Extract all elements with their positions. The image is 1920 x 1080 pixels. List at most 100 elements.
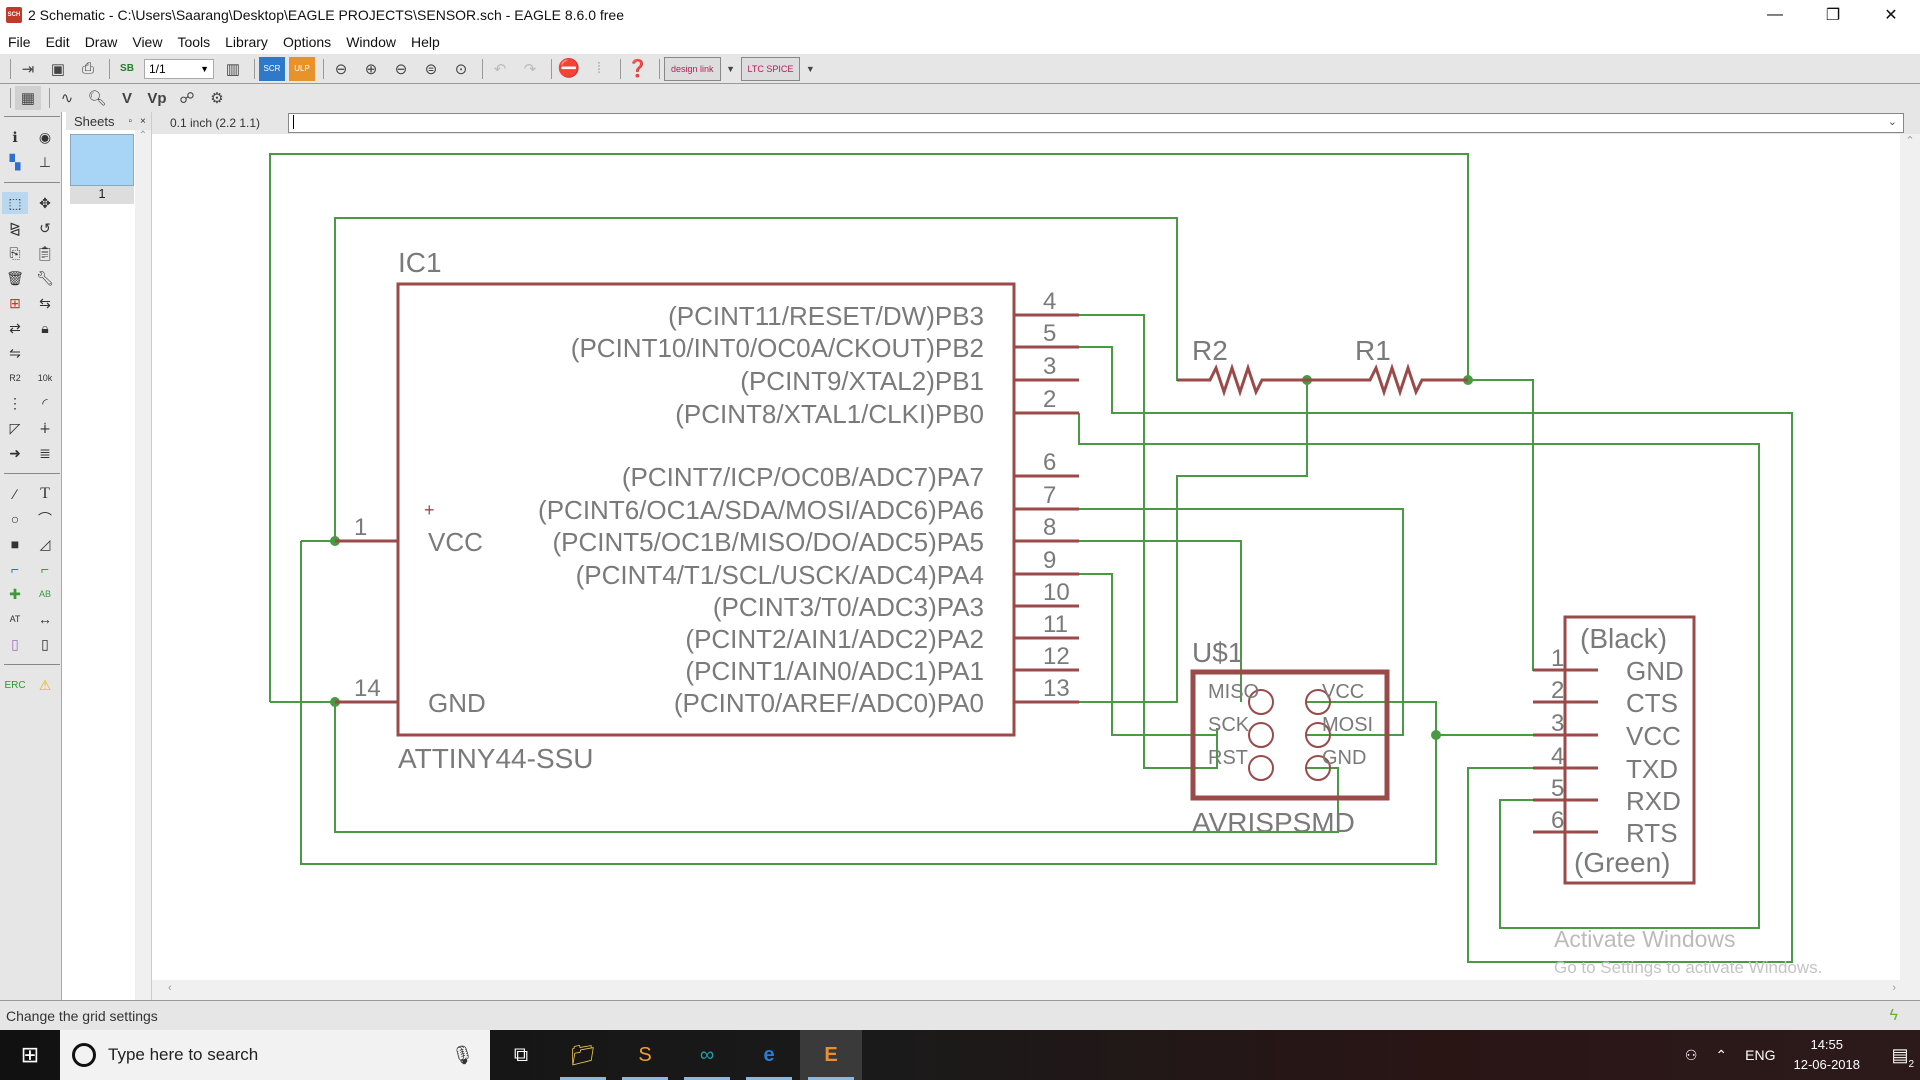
add-part-icon[interactable]: ⊞ — [2, 292, 28, 314]
horizontal-scrollbar[interactable]: ‹ › — [152, 980, 1920, 1000]
sheets-scrollbar[interactable]: ⌃ — [135, 130, 151, 1000]
phase-probe-icon[interactable]: Vp — [144, 86, 170, 110]
mirror-icon[interactable]: ⧎ — [2, 217, 28, 239]
attribute-display-icon[interactable]: AT — [2, 608, 28, 630]
menu-window[interactable]: Window — [346, 34, 396, 50]
ulp-icon[interactable]: ULP — [289, 56, 315, 81]
schematic-canvas[interactable]: IC1 ATTINY44-SSU + 1 VCC 14 GND 4 (PCINT11/R… — [152, 134, 1900, 980]
ic1-symbol[interactable]: IC1 ATTINY44-SSU + 1 VCC 14 GND 4 (PCINT11/R… — [335, 247, 1079, 774]
attribute-icon[interactable]: ≣ — [32, 442, 58, 464]
show-eye-icon[interactable]: ◉ — [32, 126, 58, 148]
name-icon[interactable]: R2 — [2, 367, 28, 389]
minimize-button[interactable]: — — [1746, 0, 1804, 30]
eagle-icon[interactable]: E — [800, 1030, 862, 1080]
settings-gear-icon[interactable]: ⚙ — [204, 86, 230, 110]
line-icon[interactable]: ∕ — [2, 483, 28, 505]
circle-icon[interactable]: ○ — [2, 508, 28, 530]
paste-icon[interactable]: 📋︎ — [32, 242, 58, 264]
menu-library[interactable]: Library — [225, 34, 268, 50]
net-icon[interactable]: ⌐ — [32, 558, 58, 580]
zoom-in-icon[interactable]: ⊕ — [358, 57, 384, 81]
stop-icon[interactable]: ⛔ — [556, 57, 582, 81]
sheet-select[interactable]: 1/1 ▼ — [144, 58, 214, 79]
grid-icon[interactable]: ▦ — [15, 86, 41, 110]
replace-icon[interactable]: ⇆ — [32, 292, 58, 314]
zoom-select-icon[interactable]: ⊙ — [448, 57, 474, 81]
ftdi-header-symbol[interactable]: (Black) (Green) 1 GND 2 CTS 3 VCC 4 TXD 5 RXD 6 RTS — [1533, 615, 1696, 885]
undo-icon[interactable]: ↶ — [487, 57, 513, 81]
voltage-probe-icon[interactable]: V — [114, 86, 140, 110]
menu-file[interactable]: File — [8, 34, 31, 50]
move-icon[interactable]: ✥ — [32, 192, 58, 214]
layer-display-icon[interactable]: ▚ — [2, 151, 28, 173]
chevron-down-icon[interactable]: ▼ — [725, 57, 737, 81]
taskbar-search-box[interactable]: Type here to search 🎙︎ — [60, 1030, 490, 1080]
lock-icon[interactable]: 🔒︎ — [32, 317, 58, 339]
close-button[interactable]: ✕ — [1862, 0, 1920, 30]
ltspice-button[interactable]: LTC SPICE — [740, 56, 801, 81]
design-link-button[interactable]: design link — [664, 56, 721, 81]
module-icon[interactable]: ▯ — [32, 633, 58, 655]
text-icon[interactable]: T — [32, 483, 58, 505]
chevron-down-icon[interactable]: ⌄ — [1888, 115, 1897, 128]
menu-options[interactable]: Options — [283, 34, 331, 50]
bus-icon[interactable]: ⌐ — [2, 558, 28, 580]
menu-view[interactable]: View — [132, 34, 162, 50]
menu-edit[interactable]: Edit — [46, 34, 70, 50]
copy-icon[interactable]: ⎘ — [2, 242, 28, 264]
scroll-right-icon[interactable]: › — [1892, 982, 1896, 994]
arc-icon[interactable]: ⌒ — [32, 508, 58, 530]
edge-icon[interactable]: e — [738, 1030, 800, 1080]
zoom-redraw-icon[interactable]: ⊜ — [418, 57, 444, 81]
clock[interactable]: 14:55 12-06-2018 — [1794, 1035, 1861, 1075]
menu-tools[interactable]: Tools — [177, 34, 210, 50]
wrench-icon[interactable]: 🔧︎ — [32, 267, 58, 289]
redo-icon[interactable]: ↷ — [517, 57, 543, 81]
swap-gate-icon[interactable]: ⇄ — [2, 317, 28, 339]
r2-symbol[interactable]: R2 — [1177, 335, 1307, 397]
optimize-icon[interactable]: ∔ — [32, 417, 58, 439]
language-indicator[interactable]: ENG — [1745, 1047, 1775, 1063]
split-icon[interactable]: ⋮ — [2, 392, 28, 414]
undock-icon[interactable]: ▫ — [128, 116, 132, 127]
sch-brd-switch-icon[interactable]: SB — [114, 57, 140, 81]
frame-icon[interactable]: ▯ — [2, 633, 28, 655]
chevron-down-icon[interactable]: ▼ — [804, 57, 816, 81]
scroll-left-icon[interactable]: ‹ — [168, 982, 172, 994]
r1-symbol[interactable]: R1 — [1307, 335, 1468, 397]
task-view-icon[interactable]: ⧉ — [490, 1030, 552, 1080]
menu-help[interactable]: Help — [411, 34, 440, 50]
warning-icon[interactable]: ⚠ — [32, 674, 58, 696]
value-icon[interactable]: 10k — [32, 367, 58, 389]
arduino-icon[interactable]: ∞ — [676, 1030, 738, 1080]
library-manager-icon[interactable]: ▥ — [220, 57, 246, 81]
net-probe-icon[interactable]: ☍ — [174, 86, 200, 110]
dimension-icon[interactable]: ↔ — [32, 608, 58, 630]
vertical-scrollbar[interactable]: ⌃ — [1900, 134, 1920, 980]
microphone-icon[interactable]: 🎙︎ — [451, 1045, 474, 1066]
us1-symbol[interactable]: U$1 AVRISPSMD MISO VCC SCK MOSI RST GND — [1190, 637, 1390, 838]
tray-chevron-up-icon[interactable]: ⌃ — [1715, 1047, 1727, 1064]
open-icon[interactable]: ⇥ — [15, 57, 41, 81]
slice-icon[interactable]: ◸ — [2, 417, 28, 439]
pin-swap-icon[interactable]: ⇋ — [2, 342, 28, 364]
save-icon[interactable]: ▣ — [45, 57, 71, 81]
rectangle-icon[interactable]: ■ — [2, 533, 28, 555]
file-explorer-icon[interactable]: 📁︎ — [552, 1030, 614, 1080]
action-center-icon[interactable]: ▤ 2 — [1880, 1045, 1920, 1070]
sheet-thumbnail[interactable] — [70, 134, 134, 186]
maximize-button[interactable]: ❐ — [1804, 0, 1862, 30]
close-panel-icon[interactable]: × — [140, 116, 146, 127]
rotate-icon[interactable]: ↺ — [32, 217, 58, 239]
help-icon[interactable]: ❓ — [625, 57, 651, 81]
people-icon[interactable]: ⚇ — [1685, 1047, 1698, 1064]
go-icon[interactable]: ⁞ — [586, 57, 612, 81]
erc-check-icon[interactable]: ERC — [2, 674, 28, 696]
mark-icon[interactable]: ⊥ — [32, 151, 58, 173]
zoom-out-icon[interactable]: ⊖ — [388, 57, 414, 81]
sublime-text-icon[interactable]: S — [614, 1030, 676, 1080]
delete-icon[interactable]: 🗑︎ — [2, 267, 28, 289]
miter-icon[interactable]: ◜ — [32, 392, 58, 414]
windows-start-icon[interactable]: ⊞ — [0, 1030, 60, 1080]
menu-draw[interactable]: Draw — [85, 34, 118, 50]
